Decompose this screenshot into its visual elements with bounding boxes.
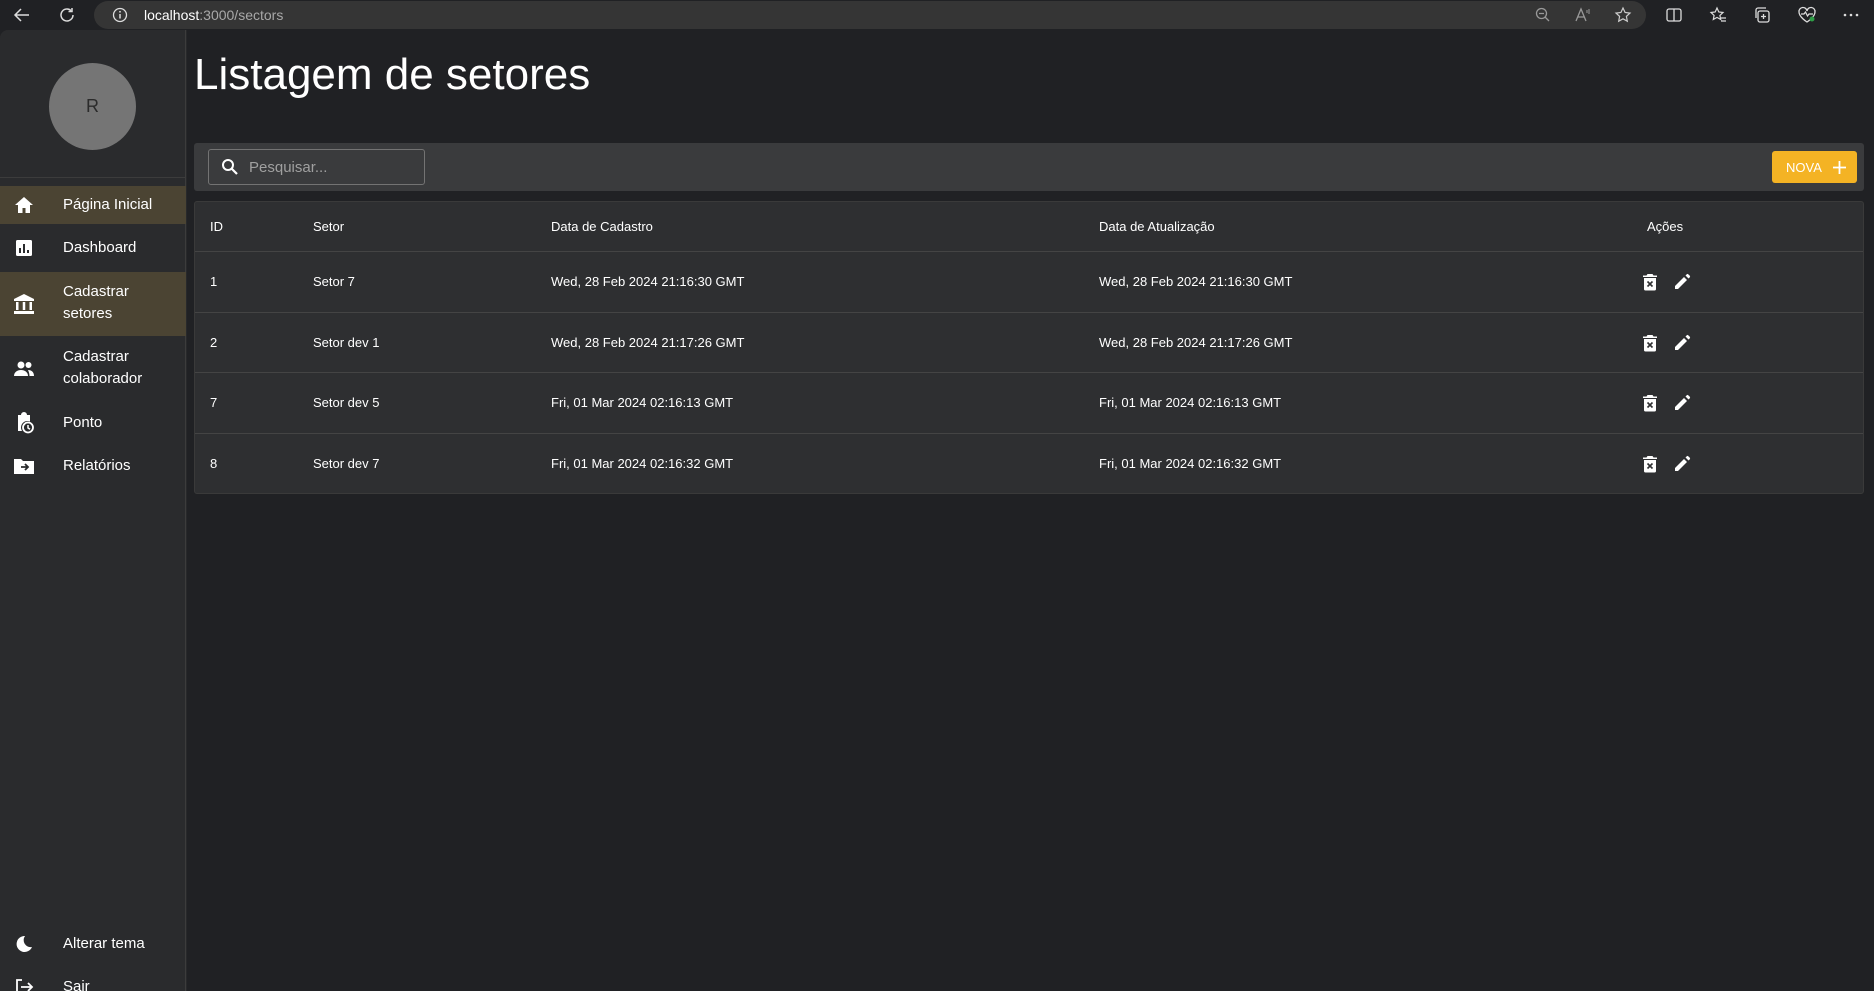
sidebar-item-label-line-1: Cadastrar <box>63 283 129 300</box>
sidebar-divider <box>0 177 186 178</box>
search-box[interactable] <box>208 149 425 185</box>
new-sector-button[interactable]: NOVA <box>1772 151 1857 183</box>
delete-icon[interactable] <box>1640 393 1660 413</box>
sidebar-item-label-line-2: colaborador <box>63 370 143 387</box>
cell-data-cadastro: Wed, 28 Feb 2024 21:17:26 GMT <box>551 335 745 350</box>
cell-setor: Setor dev 5 <box>313 395 380 410</box>
zoom-out-icon[interactable] <box>1534 6 1552 24</box>
table-header-row: ID Setor Data de Cadastro Data de Atuali… <box>195 202 1863 252</box>
page-title: Listagem de setores <box>194 50 591 99</box>
edit-pencil-icon[interactable] <box>1672 393 1692 413</box>
more-options-icon[interactable] <box>1840 4 1862 26</box>
cell-data-atualizacao: Fri, 01 Mar 2024 02:16:32 GMT <box>1099 456 1282 471</box>
table-toolbar: NOVA <box>194 143 1864 191</box>
main-content: Listagem de setores NOVA ID Setor Data d… <box>187 30 1874 991</box>
cell-data-cadastro: Fri, 01 Mar 2024 02:16:13 GMT <box>551 395 734 410</box>
sidebar-item-ponto[interactable]: Ponto <box>0 404 186 442</box>
sidebar-item-label-line-1: Cadastrar <box>63 348 129 365</box>
column-header-setor[interactable]: Setor <box>313 219 344 234</box>
edit-pencil-icon[interactable] <box>1672 272 1692 292</box>
cell-setor: Setor dev 7 <box>313 456 380 471</box>
health-heart-icon[interactable] <box>1796 4 1818 26</box>
table-row: 1 Setor 7 Wed, 28 Feb 2024 21:16:30 GMT … <box>195 252 1863 313</box>
favorite-star-icon[interactable] <box>1614 6 1632 24</box>
column-header-acoes: Ações <box>1647 219 1684 234</box>
sidebar-item-cadastrar-colaborador[interactable]: Cadastrar colaborador <box>0 337 186 401</box>
sidebar-item-cadastrar-setores[interactable]: Cadastrar setores <box>0 272 186 336</box>
split-screen-icon[interactable] <box>1663 4 1685 26</box>
cell-setor: Setor dev 1 <box>313 335 380 350</box>
cell-data-atualizacao: Wed, 28 Feb 2024 21:17:26 GMT <box>1099 335 1293 350</box>
table-row: 8 Setor dev 7 Fri, 01 Mar 2024 02:16:32 … <box>195 434 1863 494</box>
browser-toolbar: localhost:3000/sectors <box>0 0 1874 30</box>
folder-move-icon <box>13 455 35 477</box>
row-actions <box>1640 393 1692 413</box>
row-actions <box>1640 272 1692 292</box>
dashboard-icon <box>13 237 35 259</box>
sidebar: R Página Inicial Dashboard Cadastrar set… <box>0 30 186 991</box>
table-row: 2 Setor dev 1 Wed, 28 Feb 2024 21:17:26 … <box>195 313 1863 373</box>
new-button-label: NOVA <box>1786 160 1822 175</box>
sidebar-item-dashboard[interactable]: Dashboard <box>0 229 186 267</box>
favorites-icon[interactable] <box>1707 4 1729 26</box>
clipboard-clock-icon <box>13 412 35 434</box>
avatar[interactable]: R <box>49 63 136 150</box>
read-aloud-icon[interactable] <box>1574 6 1592 24</box>
sidebar-item-label: Dashboard <box>63 239 137 256</box>
sidebar-item-pagina-inicial[interactable]: Página Inicial <box>0 186 186 224</box>
delete-icon[interactable] <box>1640 454 1660 474</box>
sidebar-item-label: Alterar tema <box>63 935 145 952</box>
sectors-table: ID Setor Data de Cadastro Data de Atuali… <box>194 201 1864 494</box>
cell-data-cadastro: Wed, 28 Feb 2024 21:16:30 GMT <box>551 274 745 289</box>
column-header-data-cadastro[interactable]: Data de Cadastro <box>551 219 653 234</box>
url-text[interactable]: localhost:3000/sectors <box>144 7 283 23</box>
cell-data-atualizacao: Wed, 28 Feb 2024 21:16:30 GMT <box>1099 274 1293 289</box>
cell-data-atualizacao: Fri, 01 Mar 2024 02:16:13 GMT <box>1099 395 1282 410</box>
sidebar-item-label-line-2: setores <box>63 305 113 322</box>
delete-icon[interactable] <box>1640 333 1660 353</box>
info-icon[interactable] <box>112 7 128 23</box>
cell-data-cadastro: Fri, 01 Mar 2024 02:16:32 GMT <box>551 456 734 471</box>
home-icon <box>13 194 35 216</box>
back-arrow-icon[interactable] <box>11 4 33 26</box>
search-icon <box>221 158 239 176</box>
app-window: R Página Inicial Dashboard Cadastrar set… <box>0 30 1874 991</box>
edit-pencil-icon[interactable] <box>1672 333 1692 353</box>
address-bar[interactable]: localhost:3000/sectors <box>94 1 1646 29</box>
sidebar-item-label: Ponto <box>63 414 103 431</box>
collections-icon[interactable] <box>1751 4 1773 26</box>
row-actions <box>1640 333 1692 353</box>
cell-id: 1 <box>210 274 218 289</box>
sidebar-item-relatorios[interactable]: Relatórios <box>0 447 186 485</box>
edit-pencil-icon[interactable] <box>1672 454 1692 474</box>
moon-icon <box>13 933 35 955</box>
reload-icon[interactable] <box>56 4 78 26</box>
cell-id: 8 <box>210 456 218 471</box>
delete-icon[interactable] <box>1640 272 1660 292</box>
logout-icon <box>13 976 35 991</box>
sidebar-item-alterar-tema[interactable]: Alterar tema <box>0 926 186 962</box>
sidebar-item-label: Sair <box>63 978 90 991</box>
cell-id: 7 <box>210 395 218 410</box>
column-header-id[interactable]: ID <box>210 219 223 234</box>
sidebar-item-label: Página Inicial <box>63 196 153 213</box>
people-icon <box>13 358 35 380</box>
sidebar-item-sair[interactable]: Sair <box>0 969 186 991</box>
row-actions <box>1640 454 1692 474</box>
cell-setor: Setor 7 <box>313 274 355 289</box>
avatar-initial: R <box>86 96 99 116</box>
column-header-data-atualizacao[interactable]: Data de Atualização <box>1099 219 1215 234</box>
plus-icon <box>1832 160 1847 175</box>
bank-icon <box>13 293 35 315</box>
cell-id: 2 <box>210 335 218 350</box>
sidebar-item-label: Relatórios <box>63 457 131 474</box>
search-input[interactable] <box>249 156 419 178</box>
table-row: 7 Setor dev 5 Fri, 01 Mar 2024 02:16:13 … <box>195 373 1863 434</box>
